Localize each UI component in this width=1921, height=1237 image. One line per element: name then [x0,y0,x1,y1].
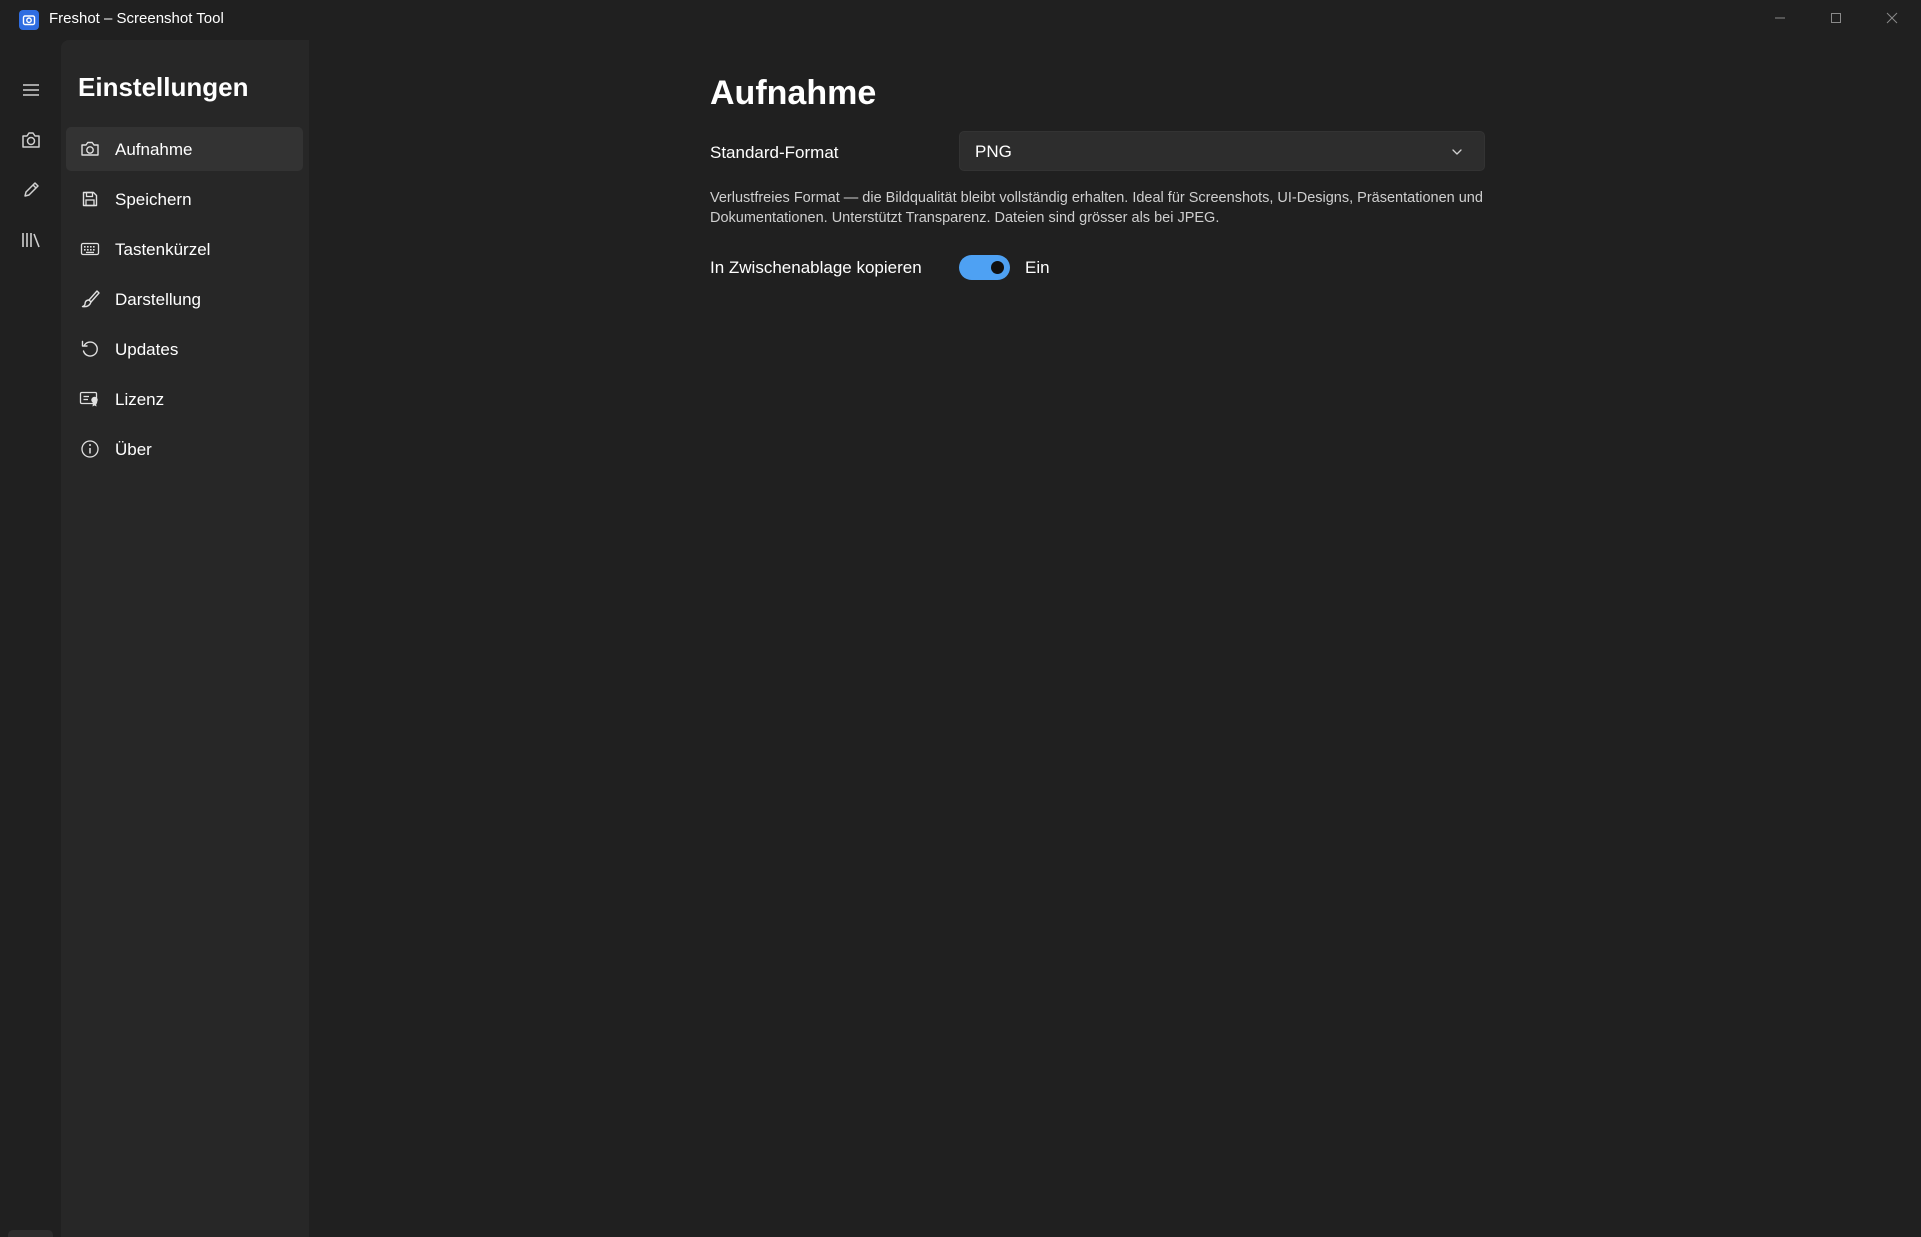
nav-item-label: Lizenz [115,390,165,409]
nav-item-updates[interactable]: Updates [66,327,303,371]
nav-item-label: Über [115,440,152,459]
chevron-down-icon [1450,145,1464,159]
pencil-icon [21,180,41,200]
app-window: Freshot – Screenshot Tool Einstellungen … [0,0,1921,1237]
license-icon [79,388,101,410]
nav-item-label: Aufnahme [115,140,193,159]
camera-app-icon [19,10,39,30]
hamburger-menu-button[interactable] [10,69,52,111]
close-icon [1886,12,1898,24]
clipboard-label: In Zwischenablage kopieren [710,258,922,277]
title-bar: Freshot – Screenshot Tool [0,0,1921,40]
save-icon [79,188,101,210]
format-label: Standard-Format [710,143,839,162]
brush-icon [79,288,101,310]
icon-rail [0,40,61,1237]
format-dropdown-value: PNG [975,142,1012,161]
keyboard-icon [79,238,101,260]
clipboard-toggle-state: Ein [1025,258,1050,277]
format-dropdown[interactable]: PNG [959,131,1485,171]
nav-item-label: Tastenkürzel [115,240,211,259]
close-button[interactable] [1864,0,1920,36]
rail-capture-button[interactable] [10,119,52,161]
nav-item-tastenkuerzel[interactable]: Tastenkürzel [66,227,303,271]
rail-settings-button[interactable] [8,1230,53,1237]
info-icon [79,438,101,460]
camera-icon [20,130,42,150]
window-title: Freshot – Screenshot Tool [49,10,224,27]
minimize-button[interactable] [1752,0,1808,36]
refresh-icon [79,338,101,360]
settings-nav-panel: Einstellungen Aufnahme Speichern Tastenk… [61,40,309,1237]
camera-icon [79,138,101,160]
clipboard-toggle[interactable] [959,255,1010,280]
rail-library-button[interactable] [10,219,52,261]
nav-item-ueber[interactable]: Über [66,427,303,471]
minimize-icon [1774,12,1786,24]
nav-item-darstellung[interactable]: Darstellung [66,277,303,321]
settings-heading: Einstellungen [78,72,249,102]
nav-item-aufnahme[interactable]: Aufnahme [66,127,303,171]
nav-item-label: Darstellung [115,290,201,309]
settings-content: Aufnahme Standard-Format PNG Verlustfrei… [309,40,1921,1237]
nav-item-lizenz[interactable]: Lizenz [66,377,303,421]
page-title: Aufnahme [710,74,877,112]
nav-item-label: Speichern [115,190,192,209]
maximize-icon [1830,12,1842,24]
toggle-knob [991,261,1004,274]
nav-item-label: Updates [115,340,179,359]
rail-edit-button[interactable] [10,169,52,211]
hamburger-icon [21,82,41,98]
maximize-button[interactable] [1808,0,1864,36]
format-description: Verlustfreies Format — die Bildqualität … [710,190,1483,226]
library-icon [20,230,42,250]
nav-item-speichern[interactable]: Speichern [66,177,303,221]
